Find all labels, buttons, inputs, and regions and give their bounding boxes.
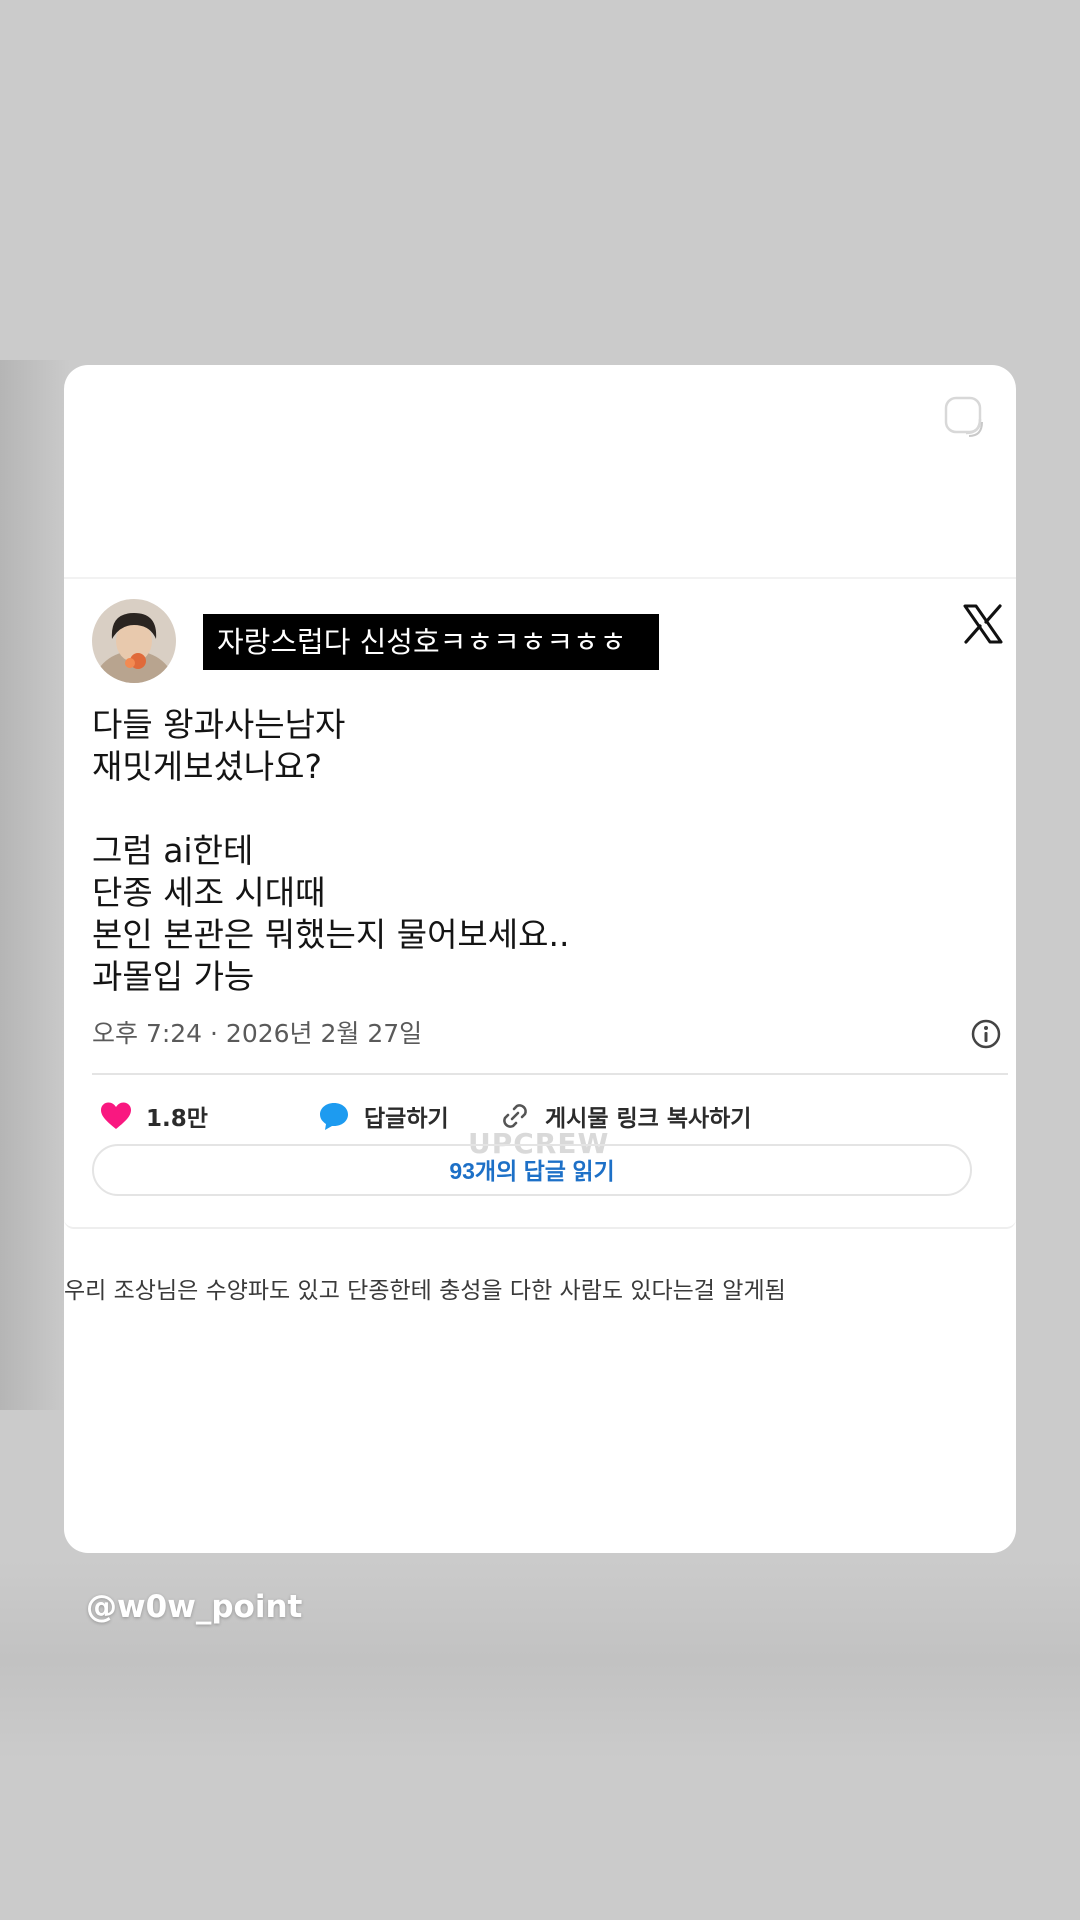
x-logo-icon[interactable]	[962, 603, 1004, 645]
post-text-line: 그럼 ai한테	[92, 831, 254, 870]
info-icon[interactable]	[970, 1018, 1002, 1050]
display-name: 자랑스럽다 신성호ㅋㅎㅋㅎㅋㅎㅎ	[203, 614, 659, 670]
avatar[interactable]	[92, 599, 176, 683]
story-card: 자랑스럽다 신성호ㅋㅎㅋㅎㅋㅎㅎ 다들 왕과사는남자 재밋게보셨나요? 그럼 a…	[64, 365, 1016, 1553]
author-handle[interactable]: @w0w_point	[86, 1589, 302, 1625]
heart-icon	[101, 1102, 131, 1129]
post-timestamp[interactable]: 오후 7:24 · 2026년 2월 27일	[92, 1016, 422, 1052]
post-text: 다들 왕과사는남자 재밋게보셨나요? 그럼 ai한테 단종 세조 시대때 본인 …	[92, 704, 972, 998]
post-text-line: 단종 세조 시대때	[92, 873, 326, 912]
reply-button[interactable]: 답글하기	[318, 1094, 449, 1138]
sticker-icon[interactable]	[942, 395, 986, 439]
post-text-line: 다들 왕과사는남자	[92, 705, 346, 744]
background-shade	[0, 360, 70, 1410]
like-button[interactable]: 1.8만	[100, 1094, 208, 1138]
post-text-line: 과몰입 가능	[92, 957, 255, 996]
reply-label: 답글하기	[364, 1106, 449, 1132]
divider	[92, 1073, 1008, 1075]
embedded-post[interactable]: 자랑스럽다 신성호ㅋㅎㅋㅎㅋㅎㅎ 다들 왕과사는남자 재밋게보셨나요? 그럼 a…	[64, 577, 1016, 1229]
story-caption: 우리 조상님은 수양파도 있고 단종한테 충성을 다한 사람도 있다는걸 알게됨	[64, 1278, 786, 1304]
read-replies-button[interactable]: 93개의 답글 읽기	[92, 1144, 972, 1196]
like-count: 1.8만	[146, 1106, 208, 1132]
post-text-line: 본인 본관은 뭐했는지 물어보세요..	[92, 915, 570, 954]
post-text-line: 재밋게보셨나요?	[92, 747, 323, 786]
comment-icon	[320, 1103, 348, 1130]
